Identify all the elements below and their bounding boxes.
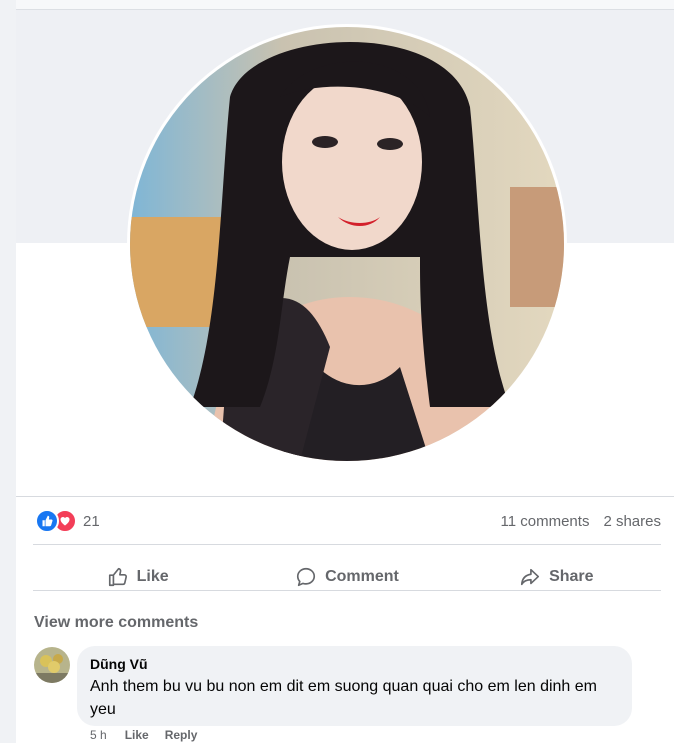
comment-bubble: Dũng Vũ Anh them bu vu bu non em dit em … xyxy=(77,646,632,726)
post-actions-bar: Like Comment Share xyxy=(33,556,661,598)
post-card: 21 11 comments 2 shares Like Comment Sha… xyxy=(16,10,674,743)
comment-author[interactable]: Dũng Vũ xyxy=(90,656,148,672)
like-button-label: Like xyxy=(136,568,169,585)
comment-button-label: Comment xyxy=(325,568,399,585)
comment-like-link[interactable]: Like xyxy=(125,728,149,742)
shares-count-link[interactable]: 2 shares xyxy=(603,513,661,530)
commenter-avatar[interactable] xyxy=(34,647,70,683)
stats-top-divider xyxy=(16,496,674,497)
actions-top-divider xyxy=(33,544,661,545)
view-more-comments-link[interactable]: View more comments xyxy=(34,614,198,632)
comment-icon xyxy=(297,567,316,587)
comment-reply-link[interactable]: Reply xyxy=(165,728,198,742)
share-button[interactable]: Share xyxy=(452,556,661,598)
profile-photo[interactable] xyxy=(127,24,567,464)
like-button[interactable]: Like xyxy=(33,556,242,598)
comment-button[interactable]: Comment xyxy=(242,556,451,598)
like-reaction-icon xyxy=(35,509,59,533)
comment-timestamp[interactable]: 5 h xyxy=(90,728,107,742)
actions-bottom-divider xyxy=(33,590,661,591)
comment-meta: 5 h Like Reply xyxy=(90,728,213,742)
reactions-summary[interactable]: 21 xyxy=(35,509,100,533)
profile-photo-image xyxy=(130,27,564,461)
comment-text: Anh them bu vu bu non em dit em suong qu… xyxy=(90,678,597,718)
share-button-label: Share xyxy=(549,568,594,585)
comments-count-link[interactable]: 11 comments xyxy=(501,513,590,530)
thumbs-up-icon xyxy=(108,567,127,587)
reaction-count: 21 xyxy=(83,512,100,530)
avatar-image xyxy=(34,647,70,683)
share-icon xyxy=(521,568,540,586)
top-edge xyxy=(0,0,674,10)
post-stats: 11 comments 2 shares xyxy=(501,510,661,532)
left-gutter xyxy=(0,0,16,743)
